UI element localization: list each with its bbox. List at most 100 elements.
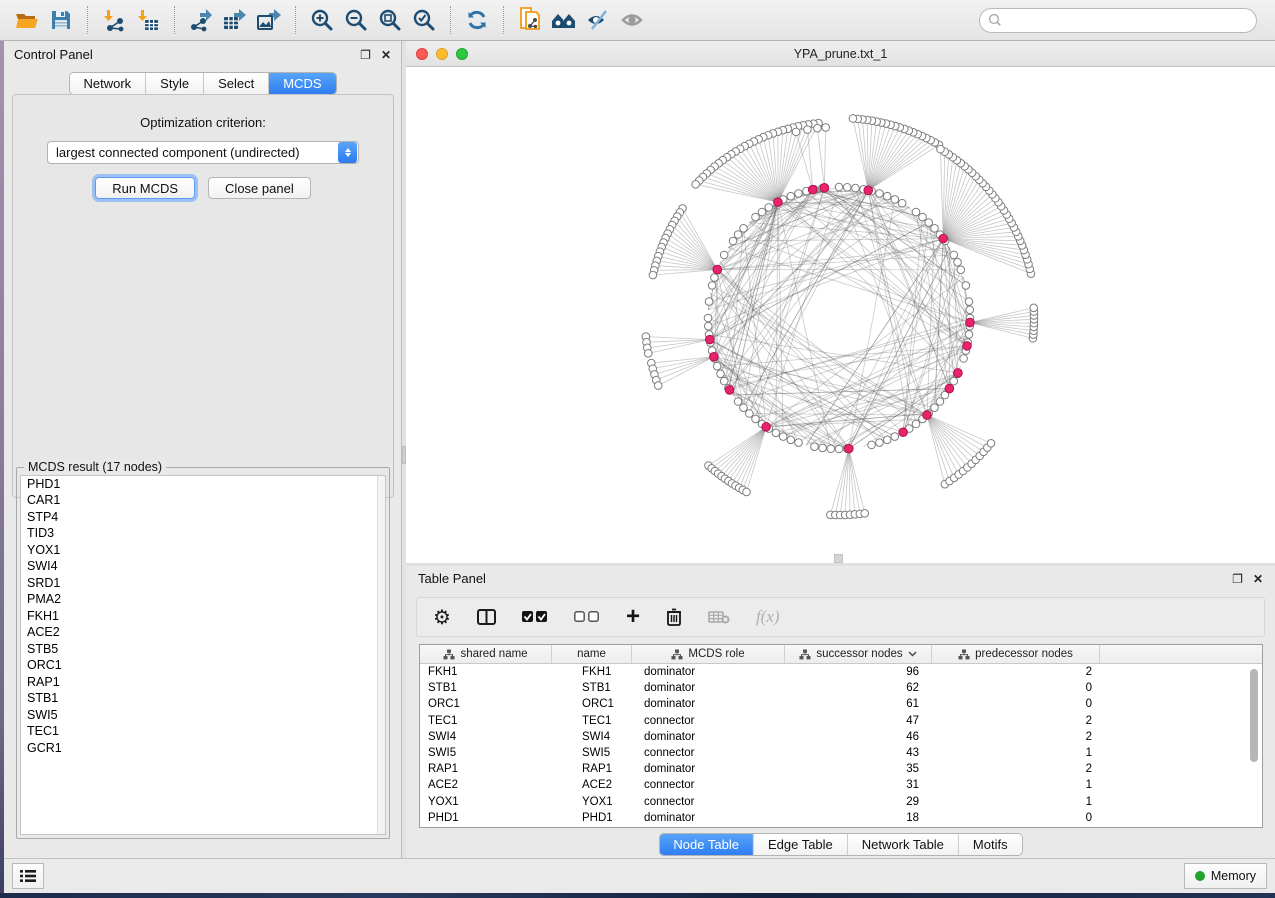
table-cell[interactable]: 1 [932, 747, 1100, 759]
table-cell[interactable]: dominator [632, 666, 785, 678]
export-image-icon[interactable] [252, 4, 286, 36]
table-cell[interactable]: 61 [785, 698, 932, 710]
tab-mcds[interactable]: MCDS [268, 73, 335, 94]
table-cell[interactable]: 18 [785, 812, 932, 824]
table-cell[interactable]: 2 [932, 715, 1100, 727]
table-cell[interactable]: 1 [932, 796, 1100, 808]
mcds-list-item[interactable]: ORC1 [21, 658, 385, 675]
column-view-icon[interactable] [477, 609, 496, 625]
tab-style[interactable]: Style [145, 73, 203, 94]
tab-motifs[interactable]: Motifs [958, 834, 1022, 855]
run-mcds-button[interactable]: Run MCDS [95, 177, 195, 199]
column-header-mcds-role[interactable]: MCDS role [632, 645, 785, 663]
table-row[interactable]: PHD1PHD1dominator180 [420, 810, 1262, 826]
mcds-list-item[interactable]: SWI5 [21, 707, 385, 724]
table-cell[interactable]: 46 [785, 731, 932, 743]
table-cell[interactable]: 43 [785, 747, 932, 759]
column-header-shared-name[interactable]: shared name [420, 645, 552, 663]
tab-network[interactable]: Network [69, 73, 145, 94]
table-cell[interactable]: dominator [632, 698, 785, 710]
mcds-list-item[interactable]: PMA2 [21, 592, 385, 609]
close-panel-button[interactable]: Close panel [208, 177, 311, 199]
search-network-icon[interactable] [547, 4, 581, 36]
table-cell[interactable]: FKH1 [552, 666, 632, 678]
table-cell[interactable]: SWI4 [420, 731, 552, 743]
table-scrollbar[interactable] [1249, 667, 1259, 825]
table-cell[interactable]: 96 [785, 666, 932, 678]
hide-selected-icon[interactable] [581, 4, 615, 36]
tab-node-table[interactable]: Node Table [659, 834, 753, 855]
splitter-handle[interactable] [834, 554, 843, 563]
table-cell[interactable]: ORC1 [552, 698, 632, 710]
table-cell[interactable]: SWI5 [420, 747, 552, 759]
table-row[interactable]: TEC1TEC1connector472 [420, 713, 1262, 729]
mcds-list-item[interactable]: STP4 [21, 509, 385, 526]
mcds-list-item[interactable]: FKH1 [21, 608, 385, 625]
zoom-fit-icon[interactable] [373, 4, 407, 36]
optimization-criterion-select[interactable]: largest connected component (undirected) [47, 141, 359, 164]
table-cell[interactable]: STB1 [420, 682, 552, 694]
mcds-list-item[interactable]: TEC1 [21, 724, 385, 741]
table-cell[interactable]: dominator [632, 731, 785, 743]
search-input[interactable] [979, 8, 1257, 33]
table-cell[interactable]: 29 [785, 796, 932, 808]
close-panel-icon[interactable]: ✕ [1253, 573, 1263, 585]
zoom-selected-icon[interactable] [407, 4, 441, 36]
delete-column-icon[interactable] [666, 608, 682, 626]
table-cell[interactable]: FKH1 [420, 666, 552, 678]
table-cell[interactable]: STB1 [552, 682, 632, 694]
table-row[interactable]: ACE2ACE2connector311 [420, 777, 1262, 793]
table-cell[interactable]: YOX1 [552, 796, 632, 808]
table-cell[interactable]: 0 [932, 698, 1100, 710]
mcds-list-item[interactable]: PHD1 [21, 476, 385, 493]
mcds-list-item[interactable]: STB1 [21, 691, 385, 708]
table-row[interactable]: SWI5SWI5connector431 [420, 745, 1262, 761]
table-cell[interactable]: 31 [785, 779, 932, 791]
show-panels-menu-button[interactable] [12, 863, 44, 889]
function-builder-icon[interactable]: f(x) [756, 607, 780, 627]
memory-button[interactable]: Memory [1184, 863, 1267, 889]
table-cell[interactable]: 47 [785, 715, 932, 727]
table-cell[interactable]: TEC1 [552, 715, 632, 727]
import-network-icon[interactable] [97, 4, 131, 36]
mcds-list-item[interactable]: SWI4 [21, 559, 385, 576]
table-cell[interactable]: ORC1 [420, 698, 552, 710]
network-canvas[interactable] [406, 67, 1275, 563]
show-all-icon[interactable] [615, 4, 649, 36]
table-cell[interactable]: PHD1 [420, 812, 552, 824]
zoom-out-icon[interactable] [339, 4, 373, 36]
mcds-list-item[interactable]: TID3 [21, 526, 385, 543]
float-panel-icon[interactable]: ❐ [360, 49, 371, 61]
table-cell[interactable]: RAP1 [552, 763, 632, 775]
column-header-predecessor-nodes[interactable]: predecessor nodes [932, 645, 1100, 663]
table-cell[interactable]: YOX1 [420, 796, 552, 808]
table-cell[interactable]: RAP1 [420, 763, 552, 775]
mcds-list-item[interactable]: STB5 [21, 641, 385, 658]
table-cell[interactable]: 1 [932, 779, 1100, 791]
table-cell[interactable]: connector [632, 715, 785, 727]
mcds-list-item[interactable]: SRD1 [21, 575, 385, 592]
table-cell[interactable]: 2 [932, 731, 1100, 743]
table-cell[interactable]: connector [632, 747, 785, 759]
table-cell[interactable]: SWI4 [552, 731, 632, 743]
mcds-list-scrollbar[interactable] [377, 476, 385, 834]
table-row[interactable]: FKH1FKH1dominator962 [420, 664, 1262, 680]
table-cell[interactable]: 2 [932, 763, 1100, 775]
mcds-list-item[interactable]: YOX1 [21, 542, 385, 559]
table-cell[interactable]: 35 [785, 763, 932, 775]
tab-select[interactable]: Select [203, 73, 268, 94]
table-row[interactable]: ORC1ORC1dominator610 [420, 696, 1262, 712]
table-cell[interactable]: PHD1 [552, 812, 632, 824]
tab-network-table[interactable]: Network Table [847, 834, 958, 855]
table-cell[interactable]: TEC1 [420, 715, 552, 727]
zoom-in-icon[interactable] [305, 4, 339, 36]
close-panel-icon[interactable]: ✕ [381, 49, 391, 61]
table-scrollbar-thumb[interactable] [1250, 669, 1258, 762]
mcds-list-item[interactable]: ACE2 [21, 625, 385, 642]
export-network-icon[interactable] [184, 4, 218, 36]
mcds-list-item[interactable]: GCR1 [21, 740, 385, 757]
mcds-list-item[interactable]: RAP1 [21, 674, 385, 691]
clone-network-icon[interactable] [513, 4, 547, 36]
table-cell[interactable]: ACE2 [420, 779, 552, 791]
table-row[interactable]: RAP1RAP1dominator352 [420, 761, 1262, 777]
